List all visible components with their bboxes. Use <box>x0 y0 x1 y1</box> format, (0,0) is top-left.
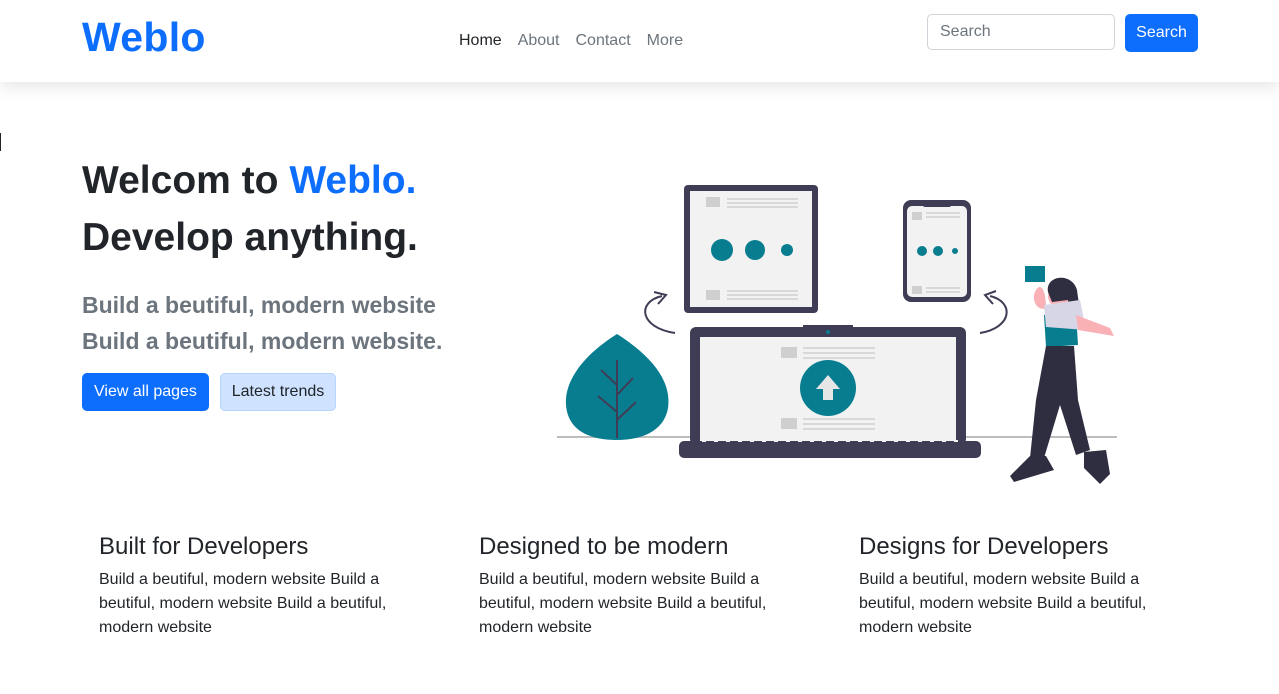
navbar: Weblo Home About Contact More Search <box>0 0 1279 82</box>
hero-subtitle-line1: Build a beutiful, modern website <box>82 292 436 318</box>
view-all-pages-button[interactable]: View all pages <box>82 373 209 411</box>
hero-subtitle-line2: Build a beutiful, modern website. <box>82 328 443 354</box>
text-cursor <box>0 133 1 151</box>
feature-card-3: Designs for Developers Build a beutiful,… <box>859 532 1169 640</box>
laptop-icon <box>679 325 981 458</box>
search-button[interactable]: Search <box>1125 14 1198 52</box>
latest-trends-button[interactable]: Latest trends <box>220 373 336 411</box>
nav-link-more[interactable]: More <box>647 32 683 50</box>
feature-title: Designs for Developers <box>859 533 1109 560</box>
web-development-illustration <box>557 185 1117 484</box>
feature-text: Build a beutiful, modern website Build a… <box>859 571 1147 636</box>
feature-text: Build a beutiful, modern website Build a… <box>99 571 387 636</box>
hero-title-line2: Develop anything. <box>82 216 418 259</box>
feature-title: Designed to be modern <box>479 533 729 560</box>
feature-card-1: Built for Developers Build a beutiful, m… <box>99 532 409 640</box>
search-input[interactable] <box>927 14 1115 50</box>
tree-icon <box>565 334 669 440</box>
feature-text: Build a beutiful, modern website Build a… <box>479 571 767 636</box>
nav-link-home[interactable]: Home <box>459 32 502 50</box>
hero-title-prefix: Welcom to <box>82 159 290 202</box>
phone-icon <box>903 200 971 302</box>
hero-title-accent: Weblo. <box>289 159 417 202</box>
feature-card-2: Designed to be modern Build a beutiful, … <box>479 532 789 640</box>
hero-title: Welcom to Weblo. Develop anything. <box>82 152 418 266</box>
nav-link-about[interactable]: About <box>518 32 560 50</box>
person-icon <box>1010 266 1114 484</box>
tablet-icon <box>684 185 818 313</box>
nav-link-contact[interactable]: Contact <box>576 32 631 50</box>
nav-links: Home About Contact More <box>459 32 683 50</box>
hero-subtitle: Build a beutiful, modern website Build a … <box>82 287 442 359</box>
brand-logo[interactable]: Weblo <box>82 14 206 61</box>
curved-arrow-right-icon <box>979 295 1008 334</box>
feature-title: Built for Developers <box>99 533 309 560</box>
